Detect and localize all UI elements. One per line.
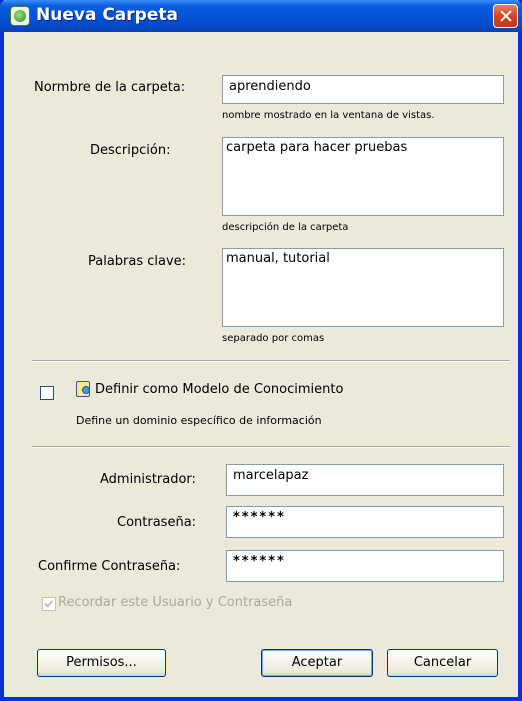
section-divider-1 [32,360,510,362]
password-input[interactable]: ****** [226,506,504,538]
confirm-password-label: Confirme Contraseña: [38,559,181,574]
keywords-textarea[interactable]: manual, tutorial [222,248,504,327]
administrator-label: Administrador: [100,472,196,487]
description-textarea[interactable]: carpeta para hacer pruebas [222,137,504,216]
keywords-hint: separado por comas [222,333,325,344]
description-label: Descripción: [90,143,171,158]
cancel-button[interactable]: Cancelar [387,649,498,677]
permissions-button[interactable]: Permisos... [37,649,166,677]
knowledge-model-icon [75,380,95,400]
new-folder-dialog: Nueva Carpeta Normbre de la carpeta: apr… [0,0,522,701]
keywords-label: Palabras clave: [88,254,187,269]
check-icon [44,598,53,608]
knowledge-model-checkbox[interactable] [40,386,54,400]
password-label: Contraseña: [117,515,197,530]
knowledge-model-hint: Define un dominio específico de informac… [76,414,322,427]
confirm-password-input[interactable]: ****** [226,550,504,582]
folder-name-label: Normbre de la carpeta: [34,80,186,95]
administrator-input[interactable]: marcelapaz [226,464,504,496]
knowledge-model-label[interactable]: Definir como Modelo de Conocimiento [95,382,343,397]
accept-button[interactable]: Aceptar [261,649,373,677]
description-hint: descripción de la carpeta [222,222,349,233]
remember-checkbox[interactable] [42,597,56,611]
window-title: Nueva Carpeta [36,5,178,25]
folder-name-input[interactable]: aprendiendo [222,75,504,104]
remember-label: Recordar este Usuario y Contraseña [58,595,293,610]
folder-name-hint: nombre mostrado en la ventana de vistas. [222,110,435,121]
close-button[interactable] [493,4,518,28]
app-icon [10,6,30,26]
section-divider-2 [32,446,510,448]
title-bar[interactable]: Nueva Carpeta [0,0,522,32]
